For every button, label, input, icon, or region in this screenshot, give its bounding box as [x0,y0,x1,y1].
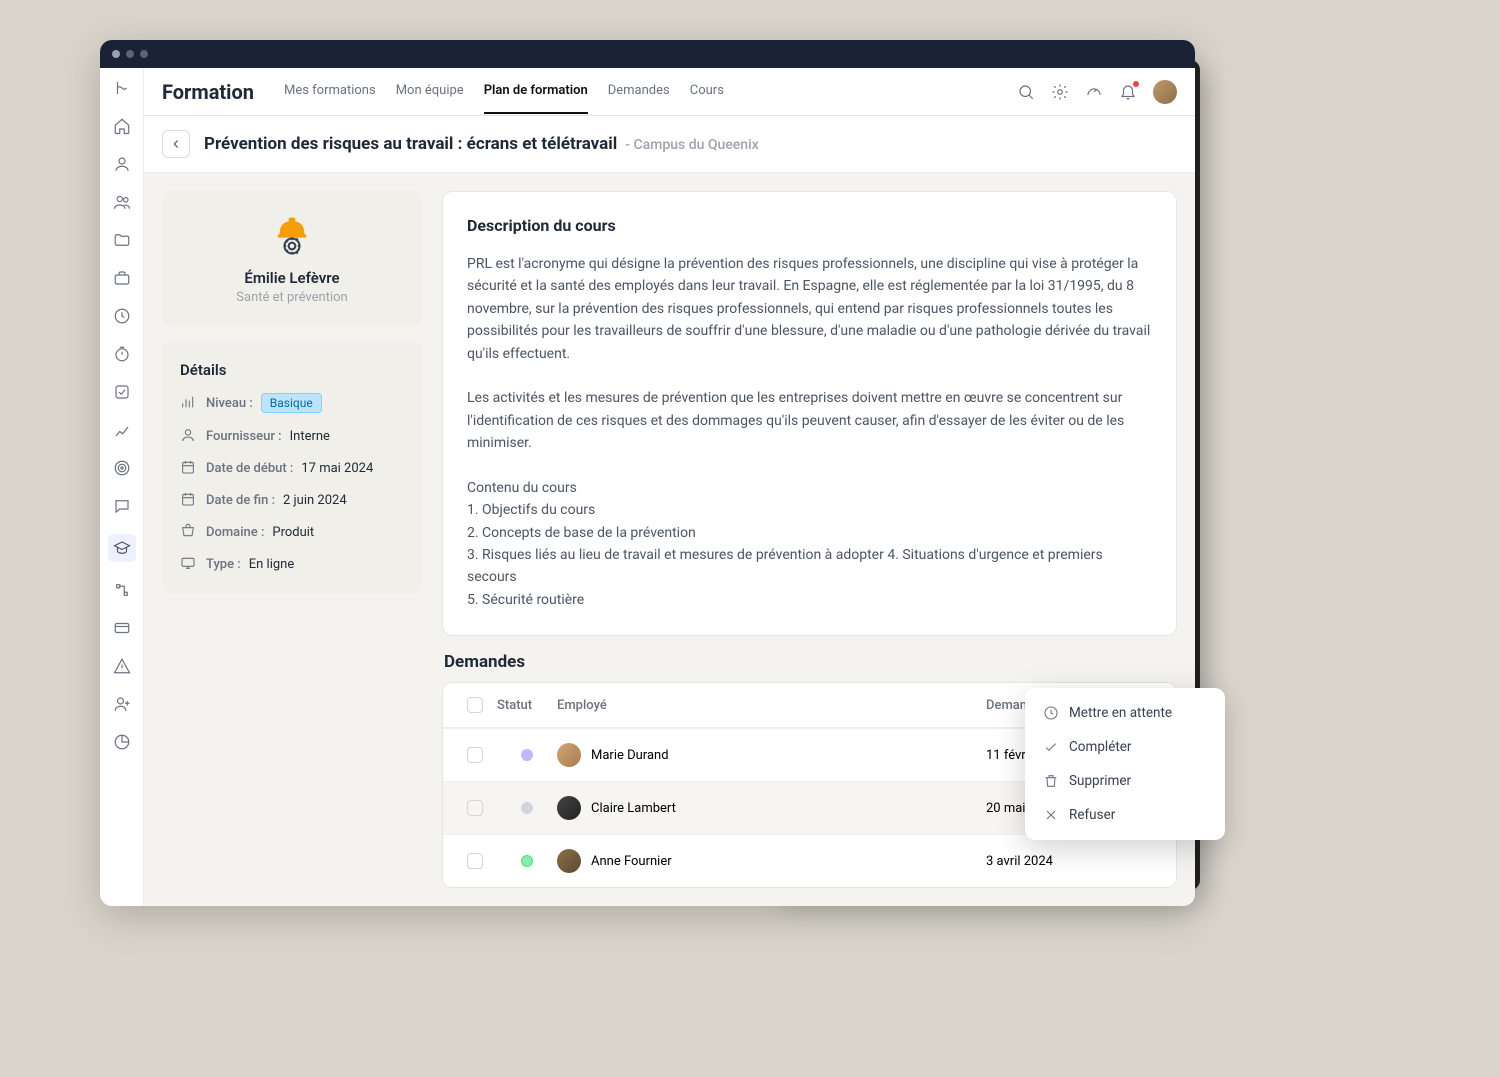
start-date-label: Date de début : [206,461,293,476]
nav-tabs: Mes formations Mon équipe Plan de format… [284,69,724,114]
pie-icon[interactable] [112,732,132,752]
home-icon[interactable] [112,116,132,136]
tab-my-team[interactable]: Mon équipe [396,69,464,114]
domain-label: Domaine : [206,525,264,540]
topbar: Formation Mes formations Mon équipe Plan… [144,68,1195,116]
page-title: Prévention des risques au travail : écra… [204,134,617,154]
end-date-value: 2 juin 2024 [283,493,347,508]
page-header: Prévention des risques au travail : écra… [144,116,1195,173]
tab-my-trainings[interactable]: Mes formations [284,69,376,114]
check-icon [1043,739,1059,755]
select-all-checkbox[interactable] [467,697,483,713]
user-avatar[interactable] [1153,80,1177,104]
row-checkbox[interactable] [467,853,483,869]
bell-icon[interactable] [1119,83,1137,101]
level-label: Niveau : [206,396,253,411]
briefcase-icon[interactable] [112,268,132,288]
icon-rail [100,68,144,906]
trainer-card: Émilie Lefèvre Santé et prévention [162,191,422,325]
end-date-icon [180,491,198,509]
graduation-icon[interactable] [108,534,136,562]
tab-requests[interactable]: Demandes [608,69,670,114]
flow-icon[interactable] [112,580,132,600]
folder-icon[interactable] [112,230,132,250]
chat-icon[interactable] [112,496,132,516]
gear-icon[interactable] [1051,83,1069,101]
alert-icon[interactable] [112,656,132,676]
context-menu: Mettre en attente Compléter Supprimer Re… [1025,688,1225,840]
check-square-icon[interactable] [112,382,132,402]
row-checkbox[interactable] [467,800,483,816]
domain-icon [180,523,198,541]
provider-value: Interne [290,429,330,444]
row-checkbox[interactable] [467,747,483,763]
clock-icon [1043,705,1059,721]
trash-icon [1043,773,1059,789]
credit-icon[interactable] [112,618,132,638]
x-icon [1043,807,1059,823]
target-icon[interactable] [112,458,132,478]
start-date-value: 17 mai 2024 [301,461,373,476]
employee-name: Anne Fournier [591,854,672,869]
col-status: Statut [497,698,557,713]
type-label: Type : [206,557,241,572]
type-icon [180,555,198,573]
description-card: Description du cours PRL est l'acronyme … [442,191,1177,636]
helmet-gear-icon [267,211,317,261]
window-titlebar [100,40,1195,68]
status-indicator [521,855,533,867]
provider-label: Fournisseur : [206,429,282,444]
back-button[interactable] [162,130,190,158]
employee-name: Claire Lambert [591,801,676,816]
col-employee: Employé [557,698,986,713]
tab-training-plan[interactable]: Plan de formation [484,69,588,114]
brand: Formation [162,80,254,104]
domain-value: Produit [272,525,314,540]
employee-name: Marie Durand [591,748,669,763]
description-title: Description du cours [467,216,1152,235]
employee-avatar [557,849,581,873]
level-badge: Basique [261,393,322,413]
provider-icon [180,427,198,445]
gauge-icon[interactable] [1085,83,1103,101]
menu-refuse[interactable]: Refuser [1033,798,1217,832]
user-plus-icon[interactable] [112,694,132,714]
table-row[interactable]: Anne Fournier 3 avril 2024 [443,834,1176,887]
trainer-role: Santé et prévention [180,290,404,305]
employee-avatar [557,743,581,767]
users-icon[interactable] [112,192,132,212]
user-icon[interactable] [112,154,132,174]
tab-courses[interactable]: Cours [690,69,724,114]
clock-icon[interactable] [112,306,132,326]
page-subtitle: - Campus du Queenix [625,137,758,153]
requested-date: 3 avril 2024 [986,854,1166,869]
status-indicator [521,802,533,814]
chart-icon[interactable] [112,420,132,440]
end-date-label: Date de fin : [206,493,275,508]
logo-icon[interactable] [112,78,132,98]
start-date-icon [180,459,198,477]
menu-hold[interactable]: Mettre en attente [1033,696,1217,730]
menu-complete[interactable]: Compléter [1033,730,1217,764]
requests-title: Demandes [442,652,1177,672]
menu-delete[interactable]: Supprimer [1033,764,1217,798]
details-card: Détails Niveau : Basique Fournisseur : I… [162,341,422,593]
employee-avatar [557,796,581,820]
type-value: En ligne [249,557,295,572]
trainer-name: Émilie Lefèvre [180,269,404,287]
details-title: Détails [180,361,404,379]
status-indicator [521,749,533,761]
search-icon[interactable] [1017,83,1035,101]
description-body: PRL est l'acronyme qui désigne la préven… [467,253,1152,611]
level-icon [180,394,198,412]
timer-icon[interactable] [112,344,132,364]
